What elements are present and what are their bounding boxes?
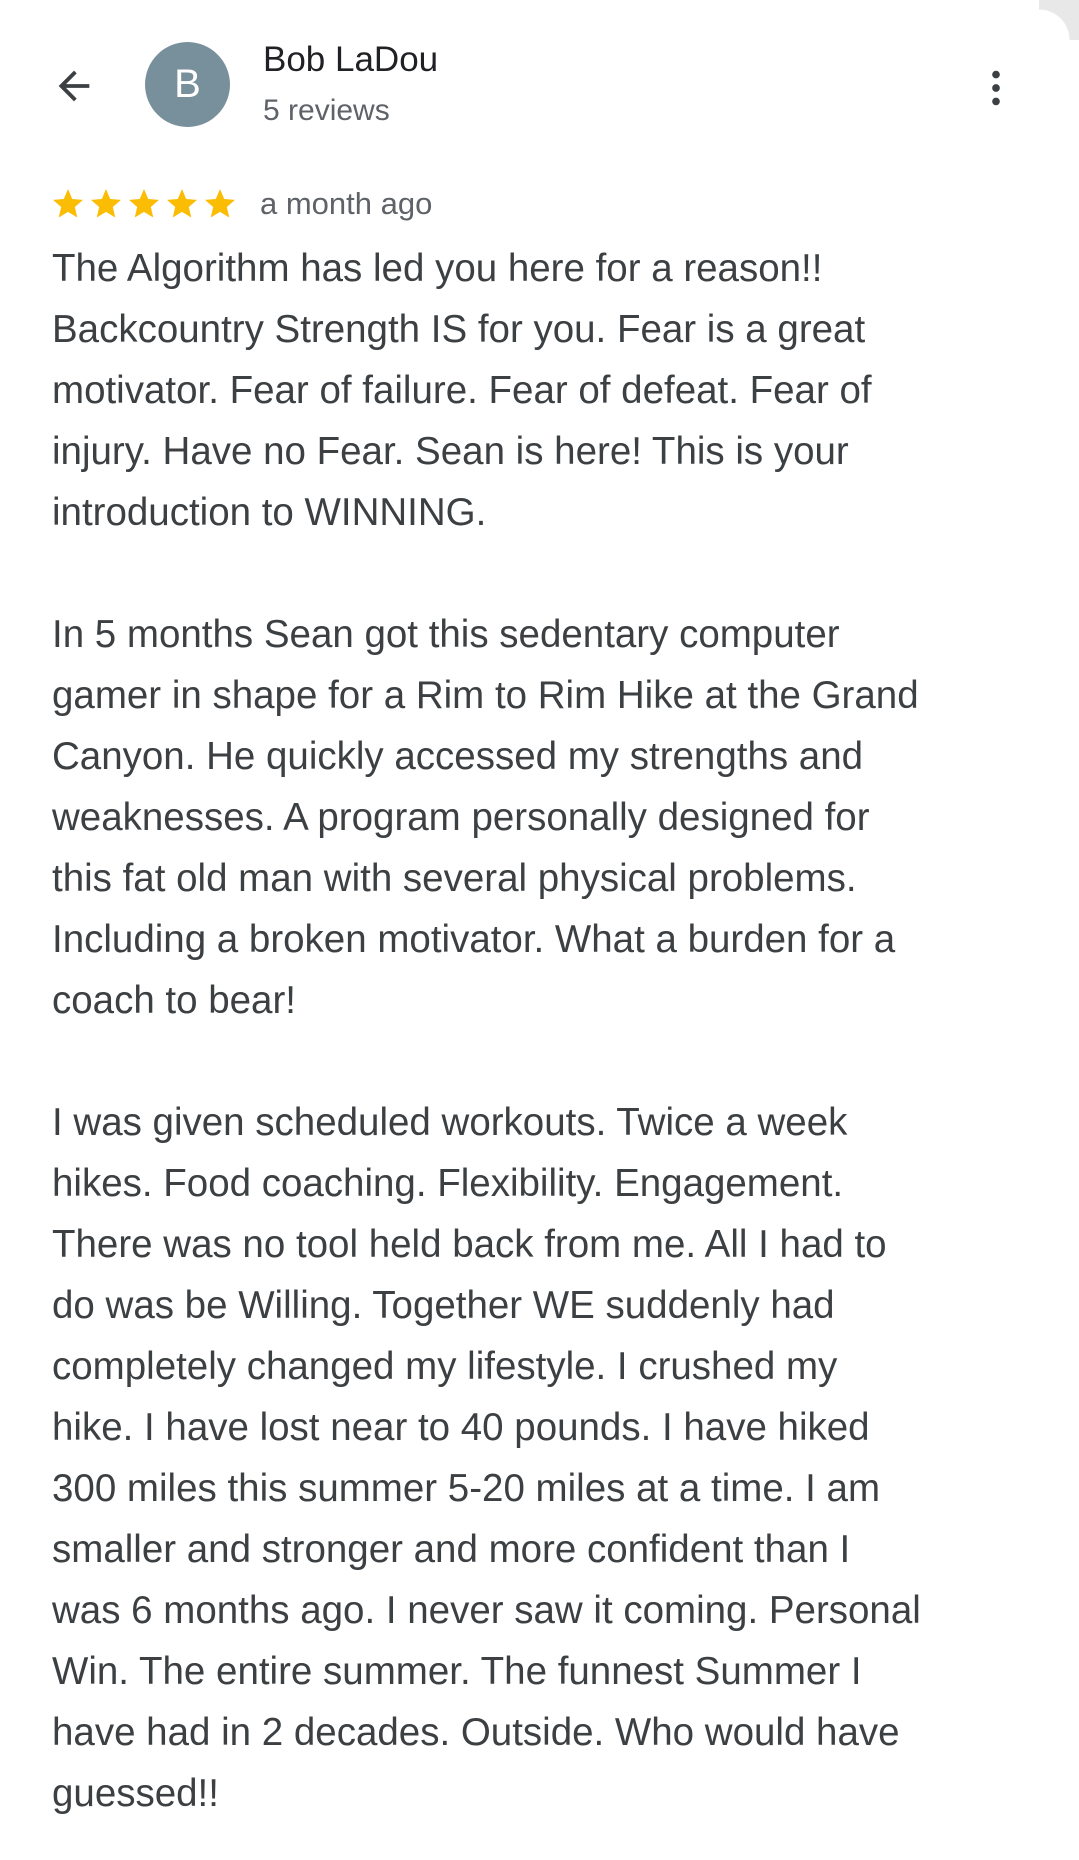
star-icon (202, 186, 238, 222)
rating-row: a month ago (50, 184, 432, 224)
review-paragraph: In 5 months Sean got this sedentary comp… (52, 604, 1052, 1031)
review-line: weaknesses. A program personally designe… (52, 796, 870, 839)
review-line: coach to bear! (52, 979, 296, 1022)
review-line: this fat old man with several physical p… (52, 857, 857, 900)
review-header: B Bob LaDou 5 reviews (0, 0, 1079, 170)
review-line: The Algorithm has led you here for a rea… (52, 247, 823, 290)
avatar[interactable]: B (145, 42, 230, 127)
star-icon (88, 186, 124, 222)
review-line: gamer in shape for a Rim to Rim Hike at … (52, 674, 919, 717)
star-rating (50, 186, 238, 222)
review-line: In 5 months Sean got this sedentary comp… (52, 613, 840, 656)
review-line: introduction to WINNING. (52, 491, 487, 534)
review-line: hikes. Food coaching. Flexibility. Engag… (52, 1162, 844, 1205)
more-vert-icon (973, 65, 1019, 116)
review-line: I was given scheduled workouts. Twice a … (52, 1101, 848, 1144)
review-line: hike. I have lost near to 40 pounds. I h… (52, 1406, 870, 1449)
review-line: There was no tool held back from me. All… (52, 1223, 887, 1266)
back-button[interactable] (44, 58, 104, 118)
review-line: guessed!! (52, 1772, 219, 1815)
star-icon (164, 186, 200, 222)
review-paragraph: The Algorithm has led you here for a rea… (52, 238, 1052, 543)
more-options-button[interactable] (966, 60, 1026, 120)
review-line: was 6 months ago. I never saw it coming.… (52, 1589, 921, 1632)
avatar-letter: B (174, 62, 201, 106)
arrow-back-icon (51, 63, 97, 114)
review-line: motivator. Fear of failure. Fear of defe… (52, 369, 872, 412)
review-line: injury. Have no Fear. Sean is here! This… (52, 430, 849, 473)
review-line: Backcountry Strength IS for you. Fear is… (52, 308, 866, 351)
review-date: a month ago (260, 186, 433, 221)
reviewer-name[interactable]: Bob LaDou (263, 40, 438, 80)
review-line: Canyon. He quickly accessed my strengths… (52, 735, 864, 778)
review-line: completely changed my lifestyle. I crush… (52, 1345, 838, 1388)
star-icon (50, 186, 86, 222)
review-line: have had in 2 decades. Outside. Who woul… (52, 1711, 900, 1754)
review-paragraph: I was given scheduled workouts. Twice a … (52, 1092, 1052, 1824)
review-line: Win. The entire summer. The funnest Summ… (52, 1650, 862, 1693)
review-line: 300 miles this summer 5-20 miles at a ti… (52, 1467, 881, 1510)
reviewer-review-count: 5 reviews (263, 94, 390, 127)
review-line: Including a broken motivator. What a bur… (52, 918, 896, 961)
review-text: The Algorithm has led you here for a rea… (52, 238, 1052, 1824)
review-line: smaller and stronger and more confident … (52, 1528, 851, 1571)
star-icon (126, 186, 162, 222)
review-line: do was be Willing. Together WE suddenly … (52, 1284, 835, 1327)
